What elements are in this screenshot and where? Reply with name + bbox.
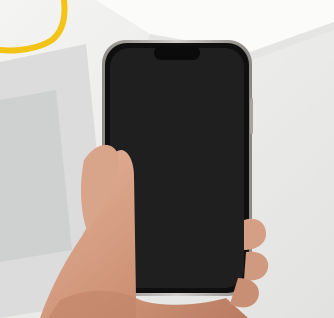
phone-side-button <box>250 98 253 134</box>
phone-notch <box>154 46 200 60</box>
photo-illustration <box>0 0 334 318</box>
photo-scene <box>0 0 334 318</box>
